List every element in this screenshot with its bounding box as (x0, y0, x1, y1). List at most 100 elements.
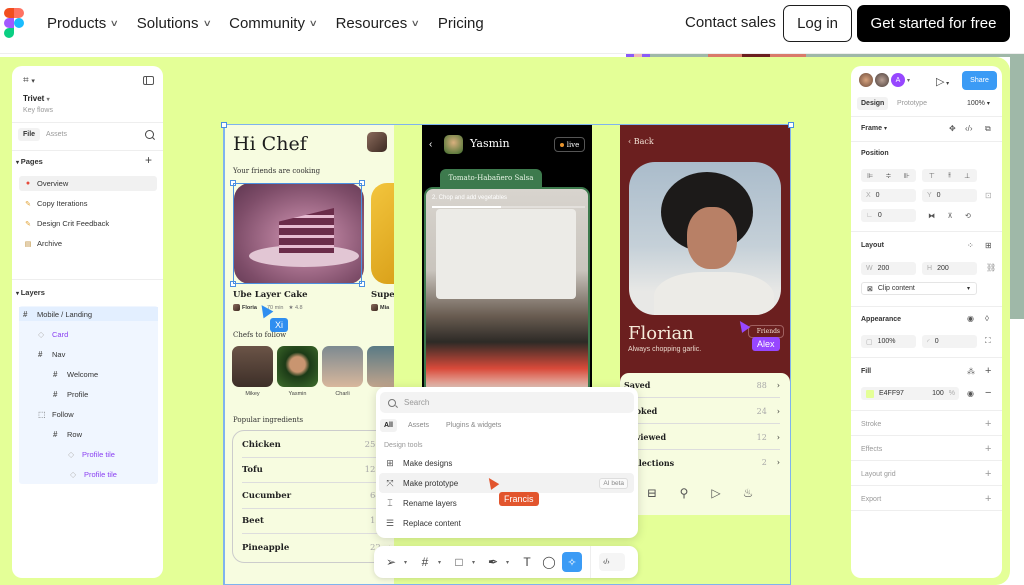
back-icon[interactable]: ‹ (429, 139, 432, 150)
align-top-icon[interactable]: ⊤ (929, 172, 935, 180)
add-stroke-icon[interactable]: + (985, 418, 991, 430)
layer-row[interactable]: # Row (53, 427, 82, 441)
eye-icon[interactable]: ◉ (967, 314, 974, 323)
auto-layout-icon[interactable]: ⁘ (967, 241, 974, 250)
mask-icon[interactable]: ⧉ (985, 124, 991, 134)
chef-avatar[interactable] (444, 135, 463, 154)
ingredient-row[interactable]: Pineapple22› (242, 535, 392, 560)
page-item-copy-iterations[interactable]: ✎ Copy Iterations (19, 196, 157, 211)
back-button[interactable]: ‹ Back (628, 137, 654, 146)
make-prototype-item[interactable]: ⤧ Make prototype AI beta (379, 473, 634, 493)
rotate-icon[interactable]: ⟲ (965, 212, 971, 220)
height-input[interactable]: H 200 (922, 262, 977, 275)
add-effect-icon[interactable]: + (985, 443, 991, 455)
frame-dropdown[interactable]: Frame ▾ (861, 125, 887, 132)
nav-community[interactable]: Community ∨ (229, 15, 318, 32)
ingredient-row[interactable]: Beet12› (242, 509, 392, 534)
add-page-icon[interactable]: + (145, 154, 152, 166)
share-button[interactable]: Share (962, 71, 997, 90)
clip-content-dropdown[interactable]: ⊠ Clip content ▾ (861, 282, 977, 295)
main-menu-button[interactable]: ⌗ ▾ (23, 75, 35, 86)
recipe-tab[interactable]: Tomato-Habañero Salsa (440, 169, 542, 187)
fill-color-input[interactable]: E4FF97 100% (861, 387, 959, 400)
layer-follow[interactable]: ⬚ Follow (38, 407, 74, 421)
frame-home[interactable]: Hi Chef Your friends are cooking Ube Lay… (224, 125, 394, 585)
figma-logo[interactable] (4, 8, 24, 38)
add-fill-icon[interactable]: + (985, 365, 991, 377)
replace-content-item[interactable]: ☰ Replace content (379, 513, 634, 533)
tab-file[interactable]: File (18, 128, 41, 141)
chevron-down-icon[interactable]: ▾ (438, 559, 446, 566)
independent-corners-icon[interactable]: ⛶ (985, 336, 991, 346)
chef-avatar[interactable] (367, 346, 394, 387)
collaborators[interactable]: A ▾ (859, 73, 910, 87)
align-middle-icon[interactable]: ⫲ (948, 172, 950, 180)
tab-plugins-widgets[interactable]: Plugins & widgets (442, 419, 505, 432)
tab-prototype[interactable]: Prototype (897, 100, 927, 107)
frame-live-cooking[interactable]: ‹ Yasmin live Tomato-Habañero Salsa 2. C… (422, 125, 592, 395)
align-bottom-icon[interactable]: ⊥ (964, 172, 970, 180)
pen-tool-icon[interactable]: ✒ (484, 555, 502, 569)
present-button[interactable]: ▷ ▾ (936, 75, 949, 88)
chef-avatar[interactable] (232, 346, 273, 387)
shape-tool-icon[interactable]: □ (450, 555, 468, 569)
dish-image[interactable] (371, 183, 394, 284)
stat-row[interactable]: Collections 2 › (624, 450, 780, 475)
resize-handle[interactable] (230, 180, 236, 186)
stat-row[interactable]: Saved 88 › (624, 373, 780, 398)
page-item-archive[interactable]: ▤ Archive (19, 236, 157, 251)
cooking-video[interactable]: 2. Chop and add vegetables (424, 187, 590, 395)
profile-avatar[interactable] (367, 132, 387, 152)
chef-avatar[interactable] (277, 346, 318, 387)
ingredient-row[interactable]: Chicken256› (242, 433, 392, 458)
move-tool-icon[interactable]: ➢ (382, 555, 400, 569)
page-item-overview[interactable]: ● Overview (19, 176, 157, 191)
search-icon[interactable]: ⚲ (677, 486, 691, 500)
frame-profile[interactable]: ‹ Back Florian Always chopping garlic. F… (620, 125, 790, 515)
align-right-icon[interactable]: ⊪ (904, 172, 910, 180)
y-input[interactable]: Y0 (922, 189, 977, 202)
page-item-design-crit[interactable]: ✎ Design Crit Feedback (19, 216, 157, 231)
video-icon[interactable]: ▷ (709, 486, 723, 500)
ingredient-row[interactable]: Tofu121› (242, 458, 392, 483)
tab-design[interactable]: Design (857, 97, 889, 110)
resize-handle[interactable] (221, 122, 227, 128)
layer-mobile-landing[interactable]: # Mobile / Landing (19, 307, 158, 321)
flip-vertical-icon[interactable]: ⊼ (947, 212, 952, 220)
layers-heading[interactable]: ▾ Layers (16, 288, 45, 297)
layer-profile-tile[interactable]: ◇ Profile tile (68, 447, 115, 461)
chevron-down-icon[interactable]: ▾ (404, 559, 412, 566)
tab-all[interactable]: All (380, 419, 397, 432)
sidebar-toggle-icon[interactable] (143, 76, 154, 85)
eye-icon[interactable]: ◉ (967, 389, 974, 398)
actions-search-input[interactable]: Search (380, 392, 634, 413)
cake-image[interactable] (234, 183, 364, 284)
nav-pricing[interactable]: Pricing (438, 15, 484, 32)
log-in-button[interactable]: Log in (783, 5, 852, 42)
opacity-input[interactable]: ▢ 100% (861, 335, 916, 348)
stat-row[interactable]: Reviewed 12 › (624, 425, 780, 450)
layer-profile-tile[interactable]: ◇ Profile tile (70, 467, 117, 481)
tab-assets[interactable]: Assets (404, 419, 433, 432)
resize-handle[interactable] (788, 122, 794, 128)
chef-avatar[interactable] (322, 346, 363, 387)
corner-radius-input[interactable]: ◜ 0 (922, 335, 977, 348)
zoom-dropdown[interactable]: 100% ▾ (967, 100, 990, 107)
dev-mode-toggle[interactable]: ‹/› (599, 553, 625, 571)
chevron-down-icon[interactable]: ▾ (472, 559, 480, 566)
resize-handle[interactable] (230, 281, 236, 287)
make-designs-item[interactable]: ⊞ Make designs (379, 453, 634, 473)
add-export-icon[interactable]: + (985, 493, 991, 505)
align-left-icon[interactable]: ⊫ (867, 172, 873, 180)
blend-mode-icon[interactable]: ◊ (985, 314, 989, 323)
nav-solutions[interactable]: Solutions ∨ (137, 15, 212, 32)
pages-heading[interactable]: ▾ Pages (16, 157, 43, 166)
recipe-box-icon[interactable]: ⊟ (645, 486, 659, 500)
actions-ai-icon[interactable]: ✧ (562, 552, 582, 572)
constrain-proportions-icon[interactable]: ⛓ (986, 263, 996, 272)
styles-icon[interactable]: ⁂ (967, 367, 975, 376)
component-icon[interactable]: ✥ (949, 124, 956, 133)
chef-hat-icon[interactable]: ♨ (741, 486, 755, 500)
align-center-h-icon[interactable]: ≑ (886, 172, 892, 180)
nav-products[interactable]: Products ∨ (47, 15, 119, 32)
